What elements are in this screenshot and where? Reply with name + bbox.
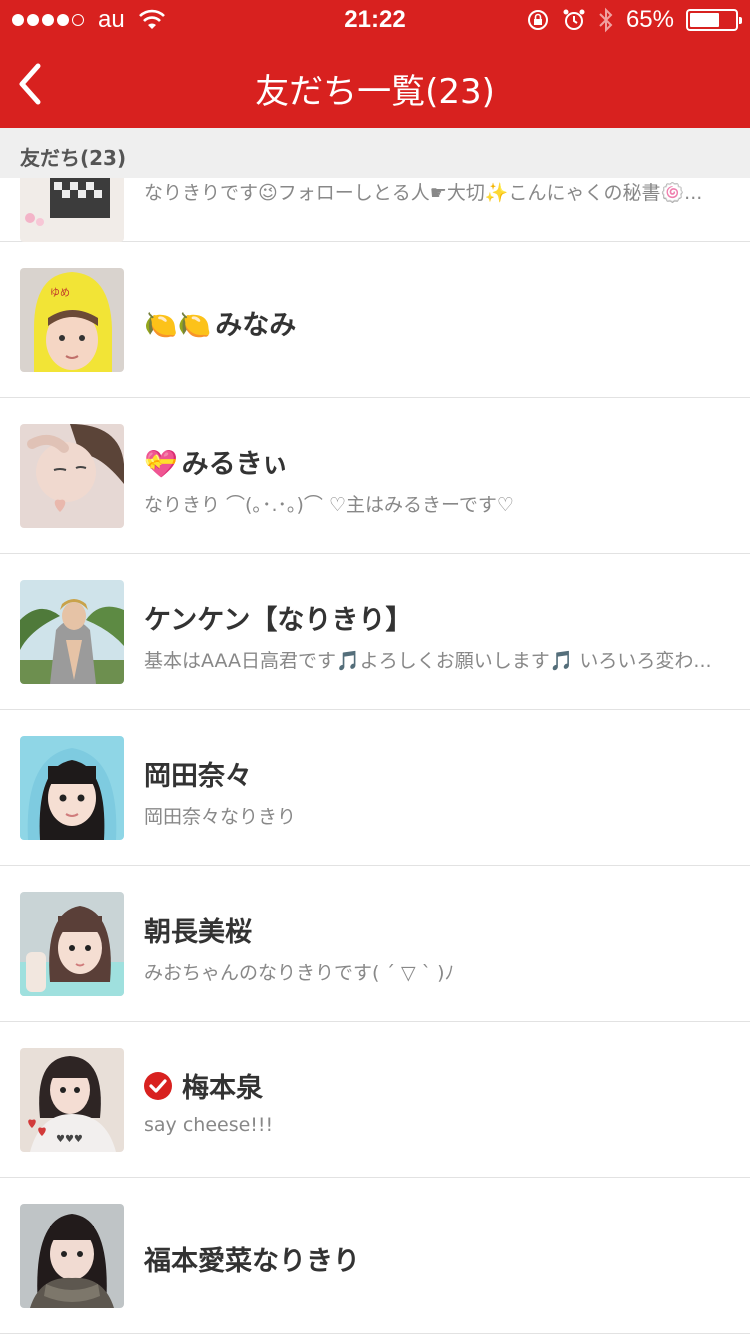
avatar — [20, 1204, 124, 1308]
list-item[interactable]: 岡田奈々 岡田奈々なりきり — [0, 710, 750, 866]
avatar — [20, 424, 124, 528]
list-item[interactable]: 💝 みるきぃ なりきり ⌒(｡･.･｡)⌒ ♡主はみるきーです♡ — [0, 398, 750, 554]
lemon-emoji-icon: 🍋🍋 — [144, 310, 212, 341]
alarm-icon — [563, 9, 585, 30]
bluetooth-icon — [599, 7, 613, 33]
battery-icon — [686, 9, 742, 31]
friend-description: say cheese!!! — [144, 1114, 274, 1136]
svg-text:ゆめ: ゆめ — [50, 287, 70, 299]
navigation-bar: 友だち一覧(23) — [0, 40, 750, 128]
avatar: ♥♥♥ — [20, 1048, 124, 1152]
friend-name: 岡田奈々 — [144, 761, 252, 792]
friend-name: ケンケン【なりきり】 — [144, 605, 413, 636]
list-item[interactable]: ケンケン【なりきり】 基本はAAA日高君です🎵よろしくお願いします🎵 いろいろ変… — [0, 554, 750, 710]
avatar — [20, 892, 124, 996]
svg-text:♥♥♥: ♥♥♥ — [56, 1134, 83, 1145]
friend-list[interactable]: なりきりです😉フォローしとる人☛大切✨こんにゃくの秘書🍥... ゆめ 🍋🍋 みなみ — [0, 178, 750, 1334]
status-bar: au 21:22 65% — [0, 0, 750, 40]
friend-name: 福本愛菜なりきり — [144, 1246, 360, 1277]
list-item[interactable]: ♥♥♥ 梅本泉 say cheese!!! — [0, 1022, 750, 1178]
friend-description: なりきり ⌒(｡･.･｡)⌒ ♡主はみるきーです♡ — [144, 494, 514, 516]
list-item[interactable]: 福本愛菜なりきり — [0, 1178, 750, 1334]
section-header: 友だち(23) — [0, 128, 750, 178]
list-item[interactable]: ゆめ 🍋🍋 みなみ — [0, 242, 750, 398]
gift-heart-emoji-icon: 💝 — [144, 449, 178, 480]
avatar — [20, 178, 124, 242]
friend-description: 岡田奈々なりきり — [144, 806, 297, 828]
orientation-lock-icon — [527, 10, 548, 30]
friend-description: なりきりです😉フォローしとる人☛大切✨こんにゃくの秘書🍥... — [144, 182, 703, 204]
friend-name: 梅本泉 — [144, 1066, 263, 1105]
avatar — [20, 580, 124, 684]
friend-name: 💝 みるきぃ — [144, 449, 289, 480]
battery-percentage: 65% — [625, 6, 674, 33]
page-title: 友だち一覧(23) — [255, 72, 495, 112]
friend-description: みおちゃんのなりきりです( ´ ▽ ` )ﾉ — [144, 962, 455, 984]
avatar — [20, 736, 124, 840]
friend-name: 🍋🍋 みなみ — [144, 310, 297, 341]
list-item[interactable]: なりきりです😉フォローしとる人☛大切✨こんにゃくの秘書🍥... — [0, 178, 750, 242]
avatar: ゆめ — [20, 268, 124, 372]
status-right: 65% — [526, 6, 742, 34]
list-item[interactable]: 朝長美桜 みおちゃんのなりきりです( ´ ▽ ` )ﾉ — [0, 866, 750, 1022]
friend-name: 朝長美桜 — [144, 917, 252, 948]
verified-check-icon — [144, 1072, 172, 1100]
friend-description: 基本はAAA日高君です🎵よろしくお願いします🎵 いろいろ変わ... — [144, 650, 712, 672]
